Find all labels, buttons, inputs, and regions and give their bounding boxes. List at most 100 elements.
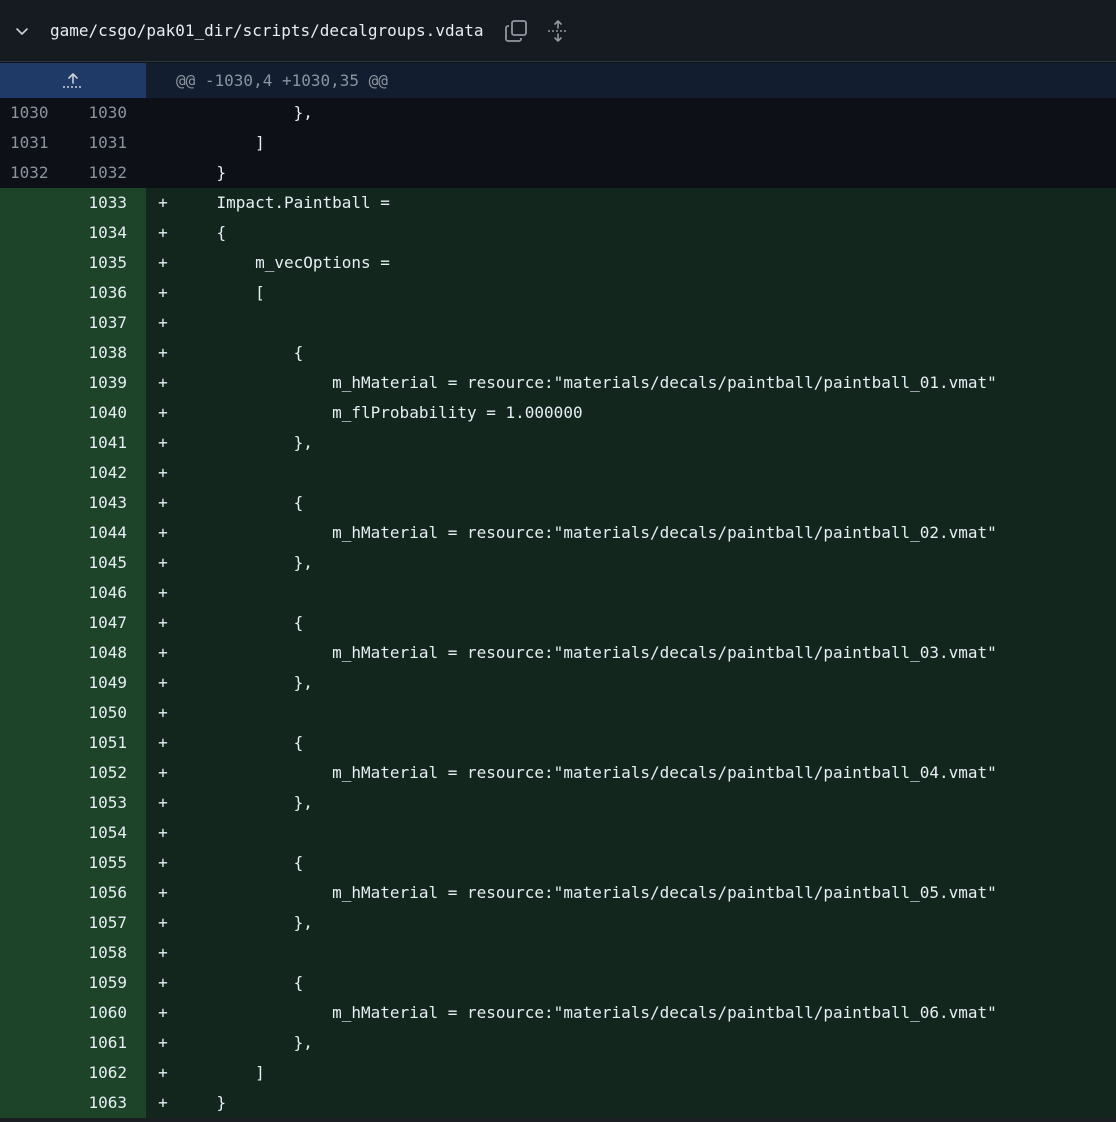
code-text: { bbox=[178, 973, 304, 992]
diff-line-added: 1055 + { bbox=[0, 848, 1116, 878]
code-text: } bbox=[178, 1093, 227, 1112]
diff-line-added: 1048 + m_hMaterial = resource:"materials/… bbox=[0, 638, 1116, 668]
old-line-number[interactable] bbox=[0, 878, 58, 908]
new-line-number[interactable]: 1052 bbox=[58, 758, 146, 788]
old-line-number[interactable] bbox=[0, 848, 58, 878]
code-text: m_hMaterial = resource:"materials/decals… bbox=[178, 763, 997, 782]
collapse-file-button[interactable] bbox=[0, 0, 44, 62]
diff-marker: + bbox=[158, 793, 168, 812]
new-line-number[interactable]: 1061 bbox=[58, 1028, 146, 1058]
expand-up-button[interactable] bbox=[0, 63, 146, 98]
new-line-number[interactable]: 1037 bbox=[58, 308, 146, 338]
old-line-number[interactable] bbox=[0, 248, 58, 278]
new-line-number[interactable]: 1055 bbox=[58, 848, 146, 878]
new-line-number[interactable]: 1058 bbox=[58, 938, 146, 968]
old-line-number[interactable]: 1031 bbox=[0, 128, 58, 158]
diff-line-added: 1045 + }, bbox=[0, 548, 1116, 578]
old-line-number[interactable] bbox=[0, 368, 58, 398]
file-path[interactable]: game/csgo/pak01_dir/scripts/decalgroups.… bbox=[50, 21, 483, 40]
expand-all-button[interactable] bbox=[543, 16, 573, 46]
old-line-number[interactable] bbox=[0, 188, 58, 218]
new-line-number[interactable]: 1033 bbox=[58, 188, 146, 218]
old-line-number[interactable] bbox=[0, 728, 58, 758]
new-line-number[interactable]: 1039 bbox=[58, 368, 146, 398]
old-line-number[interactable]: 1032 bbox=[0, 158, 58, 188]
copy-icon bbox=[505, 19, 528, 42]
diff-marker: + bbox=[158, 373, 168, 392]
old-line-number[interactable] bbox=[0, 398, 58, 428]
new-line-number[interactable]: 1036 bbox=[58, 278, 146, 308]
diff-line-added: 1059 + { bbox=[0, 968, 1116, 998]
old-line-number[interactable] bbox=[0, 1028, 58, 1058]
old-line-number[interactable] bbox=[0, 488, 58, 518]
new-line-number[interactable]: 1035 bbox=[58, 248, 146, 278]
old-line-number[interactable]: 1030 bbox=[0, 98, 58, 128]
new-line-number[interactable]: 1056 bbox=[58, 878, 146, 908]
new-line-number[interactable]: 1054 bbox=[58, 818, 146, 848]
old-line-number[interactable] bbox=[0, 968, 58, 998]
old-line-number[interactable] bbox=[0, 548, 58, 578]
new-line-number[interactable]: 1046 bbox=[58, 578, 146, 608]
new-line-number[interactable]: 1034 bbox=[58, 218, 146, 248]
diff-marker: + bbox=[158, 853, 168, 872]
new-line-number[interactable]: 1053 bbox=[58, 788, 146, 818]
new-line-number[interactable]: 1047 bbox=[58, 608, 146, 638]
new-line-number[interactable]: 1045 bbox=[58, 548, 146, 578]
new-line-number[interactable]: 1059 bbox=[58, 968, 146, 998]
code-text: Impact.Paintball = bbox=[178, 193, 390, 212]
diff-marker bbox=[146, 158, 178, 188]
diff-lines: 1030 1030 }, 1031 1031 ] 1032 1032 } 1033 + Imp… bbox=[0, 98, 1116, 1118]
old-line-number[interactable] bbox=[0, 308, 58, 338]
old-line-number[interactable] bbox=[0, 338, 58, 368]
new-line-number[interactable]: 1044 bbox=[58, 518, 146, 548]
old-line-number[interactable] bbox=[0, 278, 58, 308]
old-line-number[interactable] bbox=[0, 458, 58, 488]
old-line-number[interactable] bbox=[0, 788, 58, 818]
diff-marker: + bbox=[158, 223, 168, 242]
diff-marker: + bbox=[158, 613, 168, 632]
old-line-number[interactable] bbox=[0, 908, 58, 938]
old-line-number[interactable] bbox=[0, 518, 58, 548]
new-line-number[interactable]: 1043 bbox=[58, 488, 146, 518]
diff-line-added: 1056 + m_hMaterial = resource:"materials/… bbox=[0, 878, 1116, 908]
diff-line-context: 1031 1031 ] bbox=[0, 128, 1116, 158]
diff-line-added: 1063 + } bbox=[0, 1088, 1116, 1118]
old-line-number[interactable] bbox=[0, 1088, 58, 1118]
new-line-number[interactable]: 1051 bbox=[58, 728, 146, 758]
old-line-number[interactable] bbox=[0, 698, 58, 728]
new-line-number[interactable]: 1042 bbox=[58, 458, 146, 488]
old-line-number[interactable] bbox=[0, 428, 58, 458]
new-line-number[interactable]: 1040 bbox=[58, 398, 146, 428]
new-line-number[interactable]: 1060 bbox=[58, 998, 146, 1028]
diff-line-added: 1040 + m_flProbability = 1.000000 bbox=[0, 398, 1116, 428]
old-line-number[interactable] bbox=[0, 998, 58, 1028]
new-line-number[interactable]: 1063 bbox=[58, 1088, 146, 1118]
new-line-number[interactable]: 1041 bbox=[58, 428, 146, 458]
diff-marker: + bbox=[158, 193, 168, 212]
new-line-number[interactable]: 1038 bbox=[58, 338, 146, 368]
code-text: m_hMaterial = resource:"materials/decals… bbox=[178, 373, 997, 392]
new-line-number[interactable]: 1062 bbox=[58, 1058, 146, 1088]
code-text: { bbox=[178, 733, 304, 752]
old-line-number[interactable] bbox=[0, 1058, 58, 1088]
new-line-number[interactable]: 1031 bbox=[58, 128, 146, 158]
new-line-number[interactable]: 1049 bbox=[58, 668, 146, 698]
old-line-number[interactable] bbox=[0, 668, 58, 698]
old-line-number[interactable] bbox=[0, 818, 58, 848]
new-line-number[interactable]: 1057 bbox=[58, 908, 146, 938]
diff-line-added: 1033 + Impact.Paintball = bbox=[0, 188, 1116, 218]
diff-marker bbox=[146, 128, 178, 158]
old-line-number[interactable] bbox=[0, 638, 58, 668]
old-line-number[interactable] bbox=[0, 578, 58, 608]
old-line-number[interactable] bbox=[0, 938, 58, 968]
old-line-number[interactable] bbox=[0, 758, 58, 788]
diff-line-added: 1038 + { bbox=[0, 338, 1116, 368]
diff-marker: + bbox=[158, 433, 168, 452]
old-line-number[interactable] bbox=[0, 608, 58, 638]
new-line-number[interactable]: 1048 bbox=[58, 638, 146, 668]
copy-path-button[interactable] bbox=[501, 16, 531, 46]
new-line-number[interactable]: 1050 bbox=[58, 698, 146, 728]
old-line-number[interactable] bbox=[0, 218, 58, 248]
new-line-number[interactable]: 1032 bbox=[58, 158, 146, 188]
new-line-number[interactable]: 1030 bbox=[58, 98, 146, 128]
